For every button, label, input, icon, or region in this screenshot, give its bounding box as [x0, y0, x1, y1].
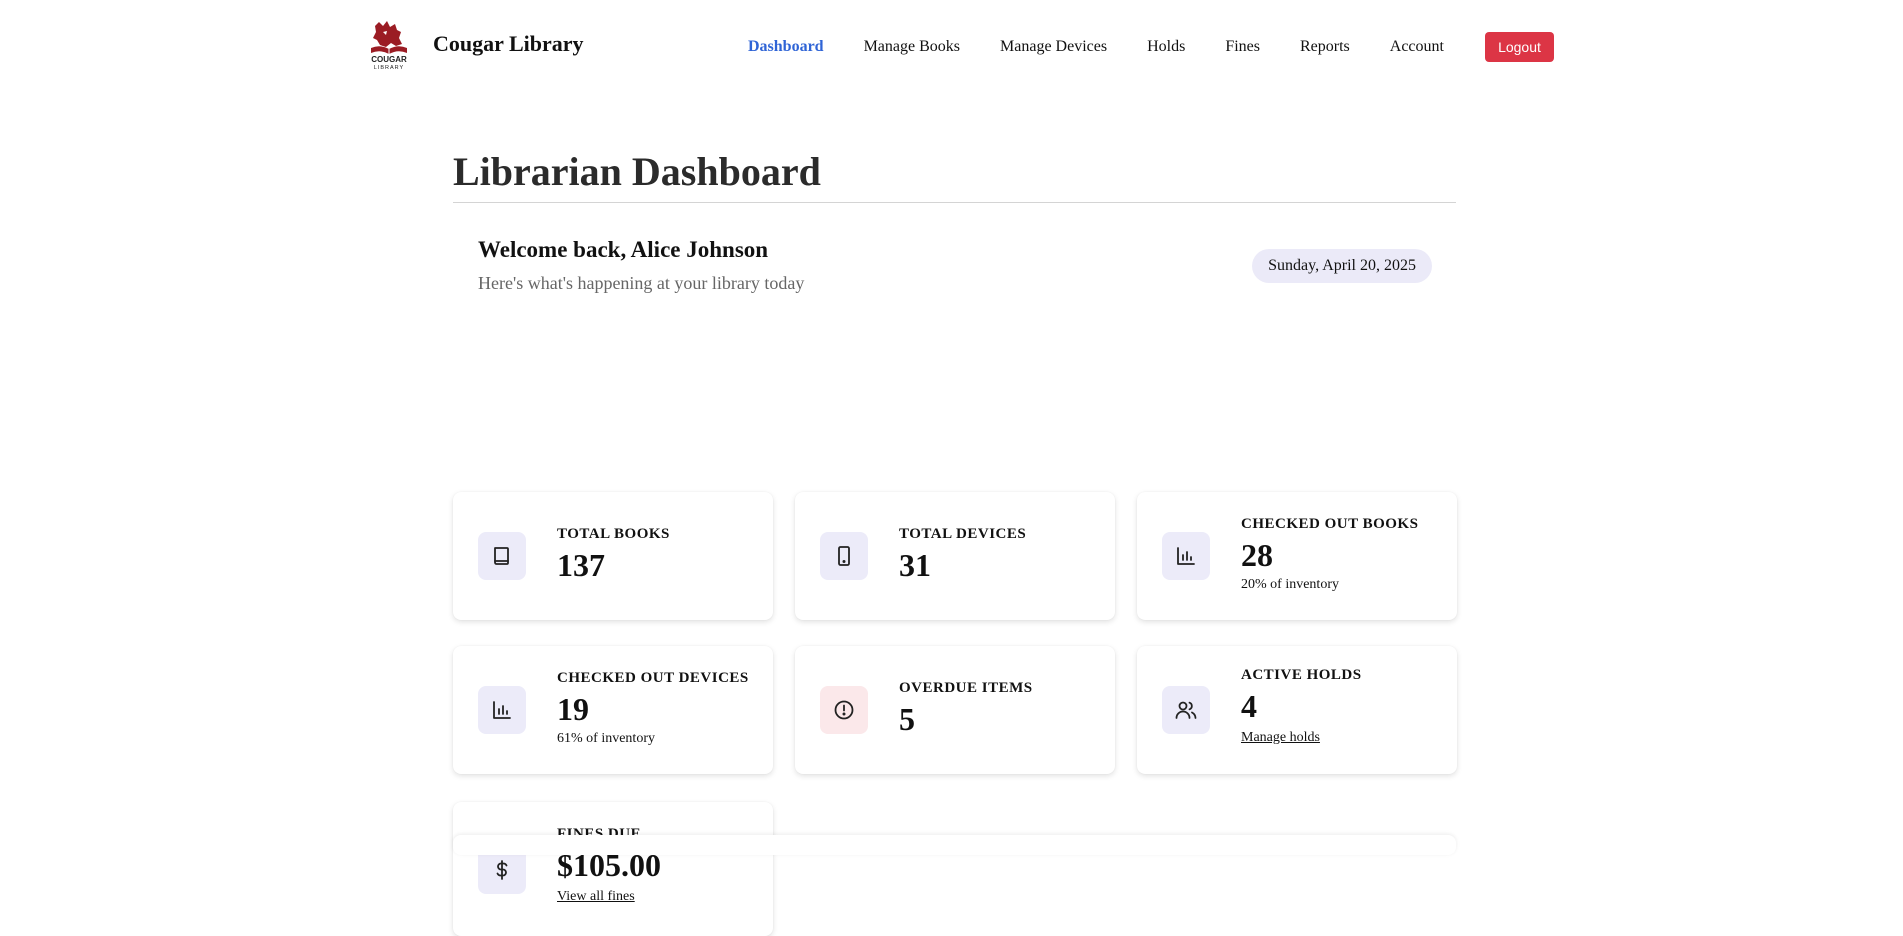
welcome-title: Welcome back, Alice Johnson [478, 237, 769, 262]
brand-name: Cougar Library [433, 31, 584, 56]
card-label: CHECKED OUT DEVICES [557, 670, 749, 686]
card-label: TOTAL DEVICES [899, 526, 1027, 542]
card-active-holds: ACTIVE HOLDS 4 Manage holds [1137, 646, 1457, 774]
card-checked-out-books: CHECKED OUT BOOKS 28 20% of inventory [1137, 492, 1457, 620]
nav-holds[interactable]: Holds [1147, 38, 1185, 56]
date-badge: Sunday, April 20, 2025 [1252, 249, 1432, 283]
card-label: TOTAL BOOKS [557, 526, 670, 542]
tablet-icon [820, 532, 868, 580]
bar-chart-icon [1162, 532, 1210, 580]
welcome-banner: Welcome back, Alice Johnson Here's what'… [453, 203, 1456, 303]
top-navbar: COUGAR LIBRARY Cougar Library Dashboard … [0, 0, 1903, 94]
nav-manage-devices[interactable]: Manage Devices [1000, 38, 1107, 56]
main-nav: Dashboard Manage Books Manage Devices Ho… [748, 30, 1484, 64]
card-value: 4 [1241, 688, 1257, 724]
view-all-fines-link[interactable]: View all fines [557, 889, 635, 905]
card-label: ACTIVE HOLDS [1241, 667, 1362, 683]
card-total-books: TOTAL BOOKS 137 [453, 492, 773, 620]
welcome-subtitle: Here's what's happening at your library … [478, 273, 805, 293]
card-value: 31 [899, 547, 931, 583]
svg-text:LIBRARY: LIBRARY [374, 65, 404, 70]
card-note: 20% of inventory [1241, 577, 1339, 592]
nav-dashboard[interactable]: Dashboard [748, 38, 824, 56]
nav-fines[interactable]: Fines [1225, 38, 1260, 56]
manage-holds-link[interactable]: Manage holds [1241, 730, 1320, 746]
brand-link[interactable]: COUGAR LIBRARY Cougar Library [367, 18, 584, 71]
nav-reports[interactable]: Reports [1300, 38, 1350, 56]
card-label: CHECKED OUT BOOKS [1241, 516, 1419, 532]
card-value: 137 [557, 547, 605, 583]
alert-clock-icon [820, 686, 868, 734]
svg-text:COUGAR: COUGAR [371, 55, 407, 64]
card-value: 19 [557, 691, 589, 727]
dashboard-main: Librarian Dashboard Welcome back, Alice … [453, 140, 1457, 936]
users-icon [1162, 686, 1210, 734]
logout-button[interactable]: Logout [1485, 32, 1554, 62]
bar-chart-icon [478, 686, 526, 734]
nav-account[interactable]: Account [1390, 38, 1444, 56]
nav-manage-books[interactable]: Manage Books [864, 38, 960, 56]
next-section-card [453, 835, 1456, 855]
card-label: OVERDUE ITEMS [899, 680, 1033, 696]
card-fines-due: FINES DUE $105.00 View all fines [453, 802, 773, 936]
card-value: 28 [1241, 537, 1273, 573]
card-total-devices: TOTAL DEVICES 31 [795, 492, 1115, 620]
card-note: 61% of inventory [557, 731, 655, 746]
book-icon [478, 532, 526, 580]
card-checked-out-devices: CHECKED OUT DEVICES 19 61% of inventory [453, 646, 773, 774]
card-value: 5 [899, 701, 915, 737]
card-overdue-items: OVERDUE ITEMS 5 [795, 646, 1115, 774]
cougar-logo: COUGAR LIBRARY [367, 18, 411, 71]
page-title: Librarian Dashboard [453, 149, 821, 194]
